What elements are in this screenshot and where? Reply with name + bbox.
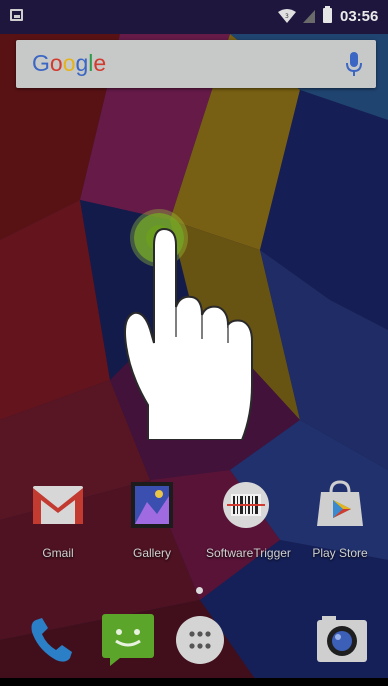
- gmail-icon: [33, 486, 83, 524]
- app-label: Gmail: [42, 546, 74, 560]
- google-logo-letter: G: [32, 50, 50, 76]
- google-logo-letter: o: [62, 50, 76, 76]
- google-logo: Google: [32, 50, 106, 77]
- wifi-icon: 3: [278, 9, 296, 23]
- app-label: Play Store: [312, 546, 368, 560]
- app-softwaretrigger[interactable]: SoftwareTrigger: [206, 476, 291, 560]
- messaging-icon[interactable]: [100, 612, 156, 668]
- app-label: Gallery: [132, 546, 171, 560]
- pointing-hand-icon: [124, 227, 253, 440]
- home-screen: 3 03:56 Google Gmail Gallery SoftwareTri…: [0, 0, 388, 686]
- app-label: SoftwareTrigger: [206, 546, 291, 560]
- clock: 03:56: [340, 8, 379, 25]
- barcode-scanner-icon: [223, 482, 269, 528]
- google-logo-letter: e: [93, 50, 107, 76]
- google-search-bar[interactable]: Google: [16, 40, 376, 88]
- app-drawer-icon[interactable]: [172, 612, 228, 668]
- camera-icon[interactable]: [314, 612, 370, 668]
- app-play-store[interactable]: Play Store: [300, 476, 380, 560]
- page-indicator-dot: [196, 587, 203, 594]
- notification-icon: [10, 9, 23, 21]
- bottom-strip: [0, 678, 388, 686]
- google-logo-letter: g: [75, 50, 89, 76]
- play-store-icon: [317, 480, 363, 526]
- signal-icon: [303, 10, 315, 23]
- phone-icon[interactable]: [24, 612, 80, 668]
- app-gmail[interactable]: Gmail: [18, 476, 98, 560]
- gallery-icon: [131, 482, 173, 528]
- status-bar: 3 03:56: [0, 0, 388, 34]
- battery-icon: [323, 6, 332, 23]
- app-gallery[interactable]: Gallery: [112, 476, 192, 560]
- microphone-icon[interactable]: [346, 52, 362, 78]
- svg-text:3: 3: [285, 13, 289, 20]
- google-logo-letter: o: [49, 50, 63, 76]
